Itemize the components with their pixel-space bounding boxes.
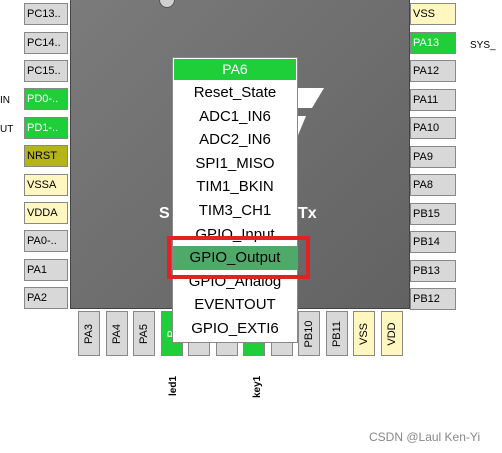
pin-vssa[interactable]: VSSA — [24, 174, 68, 196]
pin-pa8[interactable]: PA8 — [410, 174, 456, 196]
bottom-pin-label: VSS — [358, 322, 370, 345]
pin-pb13[interactable]: PB13 — [410, 259, 456, 282]
pin-pa12[interactable]: PA12 — [410, 60, 456, 82]
pin-pa2[interactable]: PA2 — [24, 287, 68, 309]
bottom-pin-9[interactable]: PB11 — [325, 311, 348, 356]
pin-nrst[interactable]: NRST — [24, 145, 68, 167]
bottom-pin-label: PA4 — [110, 323, 123, 344]
pd0-ext-label: IN — [0, 95, 10, 106]
menu-item-gpio-exti6[interactable]: GPIO_EXTI6 — [173, 317, 297, 341]
led1-label: led1 — [168, 375, 179, 396]
pin-pc14[interactable]: PC14.. — [24, 32, 68, 54]
bottom-pin-2[interactable]: PA5 — [133, 311, 155, 356]
menu-pin-title: PA6 — [174, 59, 296, 80]
menu-item-reset-state[interactable]: Reset_State — [173, 81, 297, 105]
pin-pd1[interactable]: PD1-.. — [24, 117, 68, 139]
bottom-pin-label: PA5 — [138, 323, 150, 344]
pin-pb12[interactable]: PB12 — [410, 288, 456, 310]
menu-item-adc2-in6[interactable]: ADC2_IN6 — [173, 128, 297, 152]
bottom-pin-1[interactable]: PA4 — [105, 311, 128, 356]
bottom-pin-11[interactable]: VDD — [380, 311, 403, 356]
pin-pa1[interactable]: PA1 — [24, 259, 68, 281]
selection-highlight-box — [167, 236, 310, 279]
pa13-ext-label: SYS_ — [470, 40, 496, 51]
menu-item-spi1-miso[interactable]: SPI1_MISO — [173, 152, 297, 176]
bottom-pin-label: VDD — [385, 321, 398, 346]
menu-item-tim3-ch1[interactable]: TIM3_CH1 — [173, 199, 297, 223]
pin-pa11[interactable]: PA11 — [410, 88, 456, 111]
pd1-ext-label: UT — [0, 124, 14, 135]
pin-pa13[interactable]: PA13 — [410, 31, 456, 54]
pin-pb14[interactable]: PB14 — [410, 231, 456, 253]
bottom-pin-8[interactable]: PB10 — [298, 311, 320, 356]
key1-label: key1 — [252, 375, 263, 398]
pin-pc15[interactable]: PC15.. — [24, 60, 68, 82]
bottom-pin-label: PA3 — [83, 323, 95, 344]
menu-item-tim1-bkin[interactable]: TIM1_BKIN — [173, 175, 297, 199]
chip-name-right: Tx — [298, 205, 317, 222]
menu-item-eventout[interactable]: EVENTOUT — [173, 293, 297, 317]
bottom-pin-0[interactable]: PA3 — [78, 311, 100, 356]
pin-pc13[interactable]: PC13.. — [24, 3, 68, 25]
pin-function-menu: PA6 Reset_State ADC1_IN6 ADC2_IN6 SPI1_MISO… — [172, 57, 298, 343]
pin-vss[interactable]: VSS — [410, 3, 456, 25]
chip-name-left: S — [159, 205, 170, 222]
bottom-pin-10[interactable]: VSS — [353, 311, 375, 356]
pin-pb15[interactable]: PB15 — [410, 202, 456, 225]
pin-pa10[interactable]: PA10 — [410, 117, 456, 139]
pin-pa0[interactable]: PA0-.. — [24, 230, 68, 252]
pin-vdda[interactable]: VDDA — [24, 202, 68, 224]
bottom-pin-label: PB10 — [303, 320, 315, 347]
pin-pd0[interactable]: PD0-.. — [24, 88, 68, 110]
menu-item-adc1-in6[interactable]: ADC1_IN6 — [173, 105, 297, 129]
pin-pa9[interactable]: PA9 — [410, 145, 456, 168]
bottom-pin-label: PB11 — [330, 320, 343, 347]
watermark: CSDN @Laul Ken-Yi — [369, 430, 481, 444]
